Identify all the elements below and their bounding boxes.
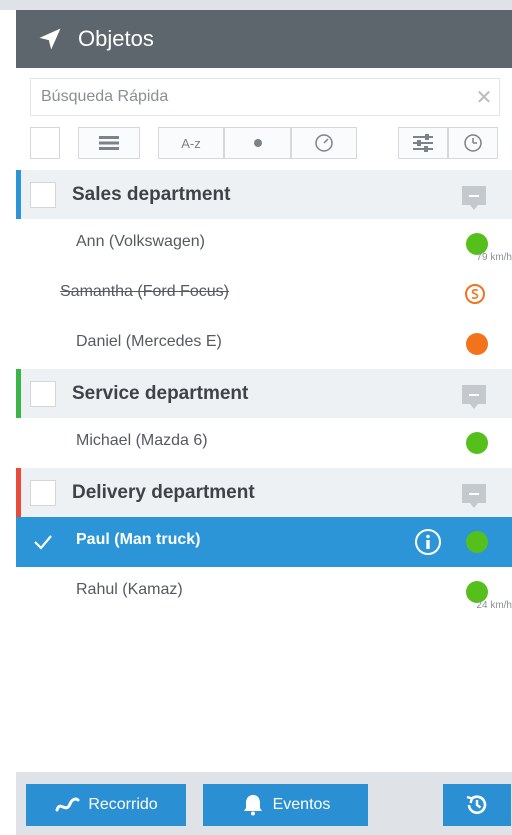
list-toolbar: A-z [16,120,512,168]
object-list: Sales department Ann (Volkswagen) 79 km/… [16,170,512,617]
object-label: Samantha (Ford Focus) [60,283,229,300]
info-icon[interactable] [414,528,442,556]
group-sales-department[interactable]: Sales department [16,170,512,219]
group-message-icon[interactable] [460,383,488,411]
history-button[interactable] [443,784,511,826]
object-speed: 79 km/h [476,252,512,263]
clock-icon [464,134,482,152]
object-item-paul[interactable]: Paul (Man truck) [16,517,512,567]
group-checkbox[interactable] [30,479,56,506]
parking-status-icon [465,284,485,304]
panel-title: Objetos [78,26,154,51]
sliders-icon [413,134,433,152]
object-item-samantha[interactable]: Samantha (Ford Focus) [16,269,512,319]
online-status-icon [466,432,488,454]
history-icon [466,795,487,814]
search-input[interactable] [31,79,469,115]
group-color-bar [16,369,21,418]
object-item-michael[interactable]: Michael (Mazda 6) [16,418,512,468]
group-view-button[interactable] [78,127,140,159]
sort-label: A-z [181,135,201,151]
route-label: Recorrido [88,796,158,813]
group-name: Delivery department [72,481,255,503]
sort-alphabetical-button[interactable]: A-z [158,127,224,159]
group-checkbox[interactable] [30,181,56,208]
filter-settings-button[interactable] [398,127,448,159]
time-filter-button[interactable] [448,127,498,159]
group-message-icon[interactable] [460,482,488,510]
events-button[interactable]: Eventos [203,784,368,826]
group-name: Sales department [72,183,231,205]
search-box: ✕ [30,78,500,116]
status-dot-icon [253,139,262,147]
object-label: Daniel (Mercedes E) [76,333,222,350]
object-item-rahul[interactable]: Rahul (Kamaz) 24 km/h [16,567,512,617]
object-label: Ann (Volkswagen) [76,233,205,250]
object-speed: 24 km/h [476,600,512,611]
navigation-arrow-icon [39,28,61,50]
speedometer-icon [315,134,333,152]
sort-speed-button[interactable] [291,127,357,159]
route-button[interactable]: Recorrido [26,784,186,826]
footer-bar: Recorrido Eventos [16,772,512,835]
route-icon [55,797,80,812]
object-item-daniel[interactable]: Daniel (Mercedes E) [16,319,512,369]
list-icon [99,136,119,150]
events-label: Eventos [272,796,331,813]
group-message-icon[interactable] [460,184,488,212]
select-all-checkbox[interactable] [30,127,60,159]
object-label: Paul (Man truck) [76,531,201,548]
panel-header: Objetos [16,10,512,68]
group-name: Service department [72,382,249,404]
group-service-department[interactable]: Service department [16,369,512,418]
object-label: Rahul (Kamaz) [76,581,183,598]
group-delivery-department[interactable]: Delivery department [16,468,512,517]
object-item-ann[interactable]: Ann (Volkswagen) 79 km/h [16,219,512,269]
online-status-icon [466,531,488,553]
checkmark-icon[interactable] [32,531,54,553]
top-strip [0,0,512,10]
object-label: Michael (Mazda 6) [76,432,208,449]
clear-search-icon[interactable]: ✕ [469,85,499,110]
group-checkbox[interactable] [30,380,56,407]
group-color-bar [16,468,21,517]
group-color-bar [16,170,21,219]
sort-status-button[interactable] [224,127,291,159]
offline-status-icon [466,333,488,355]
events-bell-icon [243,795,262,816]
